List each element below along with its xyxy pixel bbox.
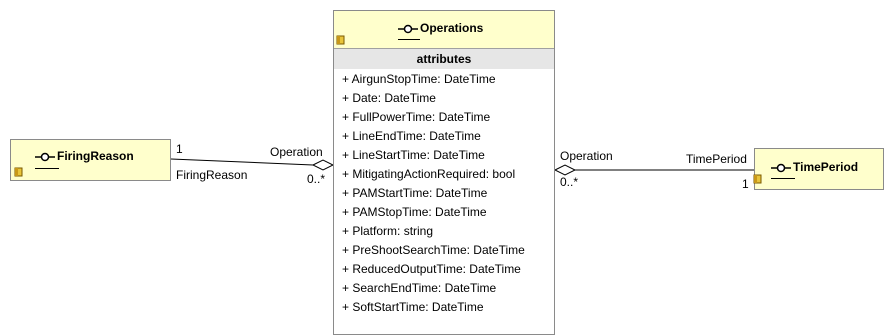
time-source-multiplicity: 0..*	[560, 175, 579, 189]
time-period-name: TimePeriod	[793, 160, 859, 174]
firing-reason-title: FiringReason	[35, 149, 134, 163]
attribute-item[interactable]: + Platform: string	[342, 224, 433, 238]
time-period-title: TimePeriod	[771, 160, 858, 174]
attribute-item[interactable]: + AirgunStopTime: DateTime	[342, 72, 496, 86]
attribute-item[interactable]: + MitigatingActionRequired: bool	[342, 167, 515, 181]
package-icon	[753, 174, 762, 184]
attribute-item[interactable]: + SearchEndTime: DateTime	[342, 281, 496, 295]
firing-association-line	[170, 158, 314, 166]
aggregation-diamond-right	[553, 164, 577, 176]
operations-header: Operations	[334, 11, 554, 49]
time-target-multiplicity: 1	[742, 177, 749, 191]
attribute-item[interactable]: + PAMStopTime: DateTime	[342, 205, 487, 219]
attribute-item[interactable]: + ReducedOutputTime: DateTime	[342, 262, 521, 276]
operations-name: Operations	[420, 21, 484, 35]
operations-class[interactable]: Operations attributes + AirgunStopTime: …	[333, 10, 555, 335]
attribute-item[interactable]: + FullPowerTime: DateTime	[342, 110, 490, 124]
firing-reason-name: FiringReason	[57, 149, 134, 163]
package-icon	[14, 167, 23, 177]
firing-target-multiplicity: 0..*	[307, 172, 326, 186]
operations-title: Operations	[398, 21, 483, 35]
title-underline	[398, 39, 420, 40]
time-source-role: Operation	[560, 149, 613, 163]
attribute-item[interactable]: + PreShootSearchTime: DateTime	[342, 243, 525, 257]
attribute-item[interactable]: + SoftStartTime: DateTime	[342, 300, 484, 314]
firing-source-role: FiringReason	[176, 168, 248, 182]
interface-icon	[398, 24, 418, 34]
attributes-list: + AirgunStopTime: DateTime + Date: DateT…	[334, 69, 554, 334]
time-period-class[interactable]: TimePeriod	[753, 148, 884, 190]
aggregation-diamond-left	[311, 159, 335, 171]
package-icon	[336, 35, 345, 45]
attributes-section-header: attributes	[334, 49, 554, 69]
time-target-role: TimePeriod	[686, 152, 747, 166]
firing-source-multiplicity: 1	[176, 142, 183, 156]
attribute-item[interactable]: + LineEndTime: DateTime	[342, 129, 481, 143]
attribute-item[interactable]: + LineStartTime: DateTime	[342, 148, 485, 162]
interface-icon	[35, 152, 55, 162]
attribute-item[interactable]: + PAMStartTime: DateTime	[342, 186, 487, 200]
firing-reason-class[interactable]: FiringReason	[10, 139, 171, 181]
interface-icon	[771, 163, 791, 173]
attribute-item[interactable]: + Date: DateTime	[342, 91, 436, 105]
firing-target-role: Operation	[270, 145, 323, 159]
title-underline	[771, 178, 795, 179]
title-underline	[35, 168, 59, 169]
